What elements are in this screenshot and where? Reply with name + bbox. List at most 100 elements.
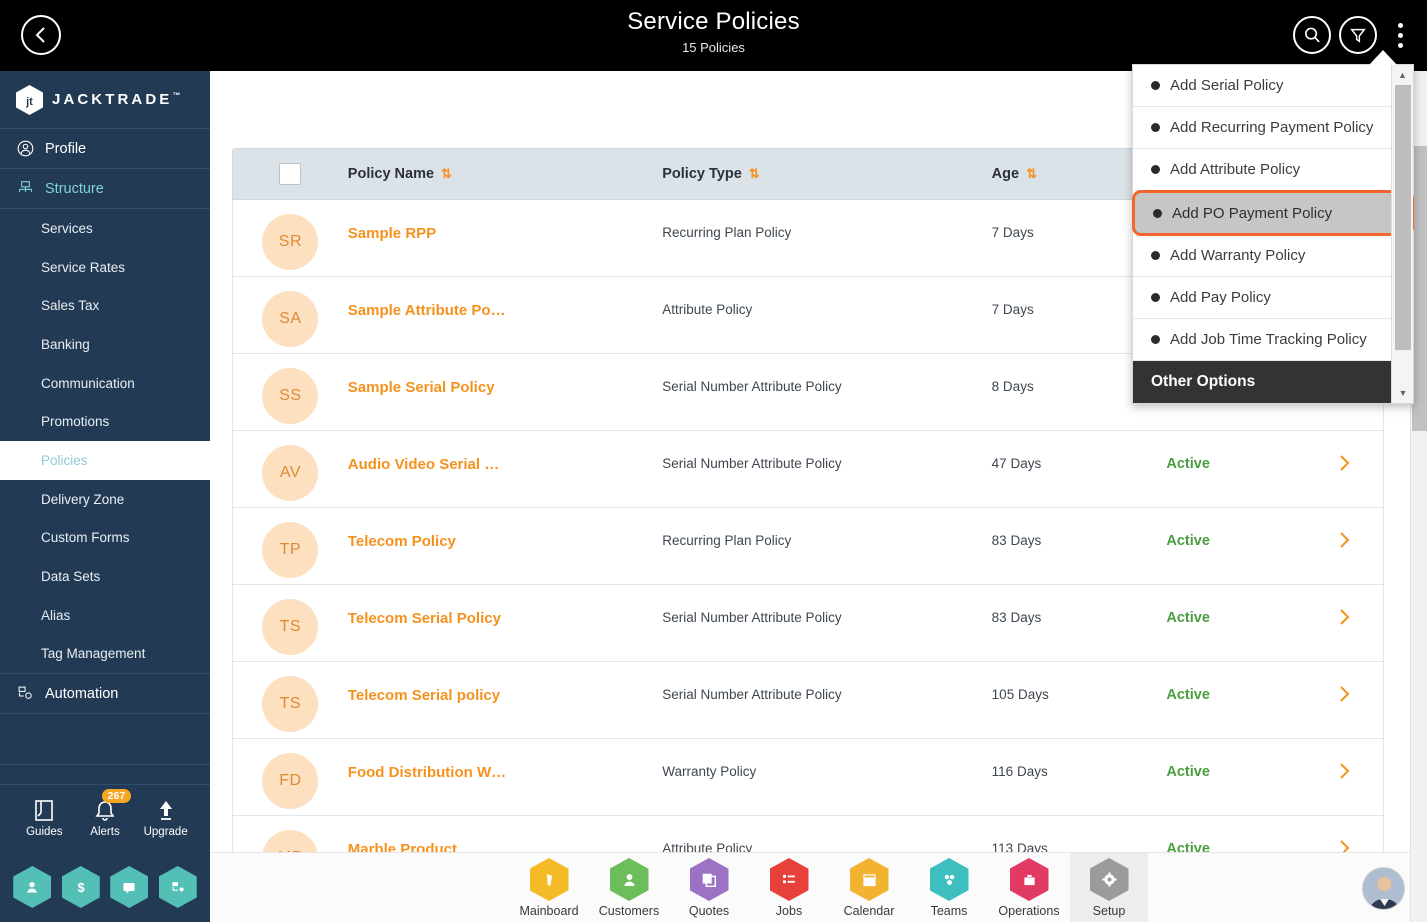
sort-updown-icon[interactable]: ⇅ — [1026, 166, 1037, 182]
bottom-nav-calendar[interactable]: Calendar — [830, 853, 908, 922]
table-row[interactable]: TS Telecom Serial policy Serial Number A… — [232, 662, 1384, 739]
workflow-hex-button[interactable] — [158, 866, 197, 908]
avatar: AV — [262, 445, 319, 501]
policy-name-link[interactable]: Telecom Serial Policy — [348, 610, 501, 627]
row-chevron-button[interactable] — [1306, 662, 1383, 704]
bottom-nav-setup[interactable]: Setup — [1070, 853, 1148, 922]
chevron-right-icon — [1340, 532, 1350, 548]
chevron-right-icon — [1340, 763, 1350, 779]
menu-scrollbar-thumb[interactable] — [1395, 85, 1411, 350]
sidebar-item-services[interactable]: Services — [0, 209, 210, 248]
policy-name-link[interactable]: Marble Product — [348, 841, 457, 852]
policy-name-link[interactable]: Food Distribution W… — [348, 764, 506, 781]
row-chevron-button[interactable] — [1306, 585, 1383, 627]
bullet-icon — [1151, 251, 1160, 260]
table-row[interactable]: AV Audio Video Serial … Serial Number At… — [232, 431, 1384, 508]
bottom-nav-label: Teams — [930, 904, 968, 918]
more-options-button[interactable] — [1385, 16, 1415, 54]
policy-name-link[interactable]: Sample Attribute Po… — [348, 302, 506, 319]
policy-age-cell: 47 Days — [991, 456, 1042, 471]
sidebar-item-alias[interactable]: Alias — [0, 596, 210, 635]
sidebar-item-structure[interactable]: Structure — [0, 169, 210, 209]
sidebar-item-delivery-zone[interactable]: Delivery Zone — [0, 480, 210, 519]
policy-name-link[interactable]: Telecom Serial policy — [348, 687, 500, 704]
row-chevron-button[interactable] — [1306, 739, 1383, 781]
sidebar-item-banking[interactable]: Banking — [0, 325, 210, 364]
menu-item-add-po-payment-policy[interactable]: Add PO Payment Policy — [1132, 190, 1414, 236]
policy-age-cell: 105 Days — [991, 687, 1049, 702]
bottom-nav-jobs[interactable]: Jobs — [750, 853, 828, 922]
alerts-button[interactable]: 267 Alerts — [75, 789, 136, 838]
search-button[interactable] — [1293, 16, 1331, 54]
user-avatar[interactable] — [1362, 867, 1405, 910]
sidebar-item-sales-tax[interactable]: Sales Tax — [0, 286, 210, 325]
bottom-nav-quotes[interactable]: Quotes — [670, 853, 748, 922]
sidebar-item-data-sets[interactable]: Data Sets — [0, 557, 210, 596]
policy-name-link[interactable]: Audio Video Serial … — [348, 456, 499, 473]
table-row[interactable]: FD Food Distribution W… Warranty Policy … — [232, 739, 1384, 816]
sidebar-item-policies[interactable]: Policies — [0, 441, 210, 480]
policy-name-link[interactable]: Telecom Policy — [348, 533, 456, 550]
svg-text:jt: jt — [25, 96, 33, 108]
policy-name-cell: Audio Video Serial … — [348, 431, 662, 474]
menu-item-label: Add Job Time Tracking Policy — [1170, 331, 1367, 348]
policy-type-cell: Attribute Policy — [662, 841, 753, 852]
brand-label: JACKTRADE — [52, 91, 173, 108]
bottom-nav-operations[interactable]: Operations — [990, 853, 1068, 922]
sort-updown-icon[interactable]: ⇅ — [441, 166, 452, 182]
menu-item-add-pay-policy[interactable]: Add Pay Policy — [1133, 277, 1413, 319]
sidebar-item-custom-forms[interactable]: Custom Forms — [0, 519, 210, 558]
brand-logo[interactable]: jt JACKTRADE™ — [0, 71, 210, 129]
table-row[interactable]: MP Marble Product Attribute Policy 113 D… — [232, 816, 1384, 852]
table-row[interactable]: TS Telecom Serial Policy Serial Number A… — [232, 585, 1384, 662]
menu-item-add-warranty-policy[interactable]: Add Warranty Policy — [1133, 235, 1413, 277]
menu-item-add-serial-policy[interactable]: Add Serial Policy — [1133, 65, 1413, 107]
menu-item-add-attribute-policy[interactable]: Add Attribute Policy — [1133, 149, 1413, 191]
triangle-down-icon[interactable]: ▼ — [1392, 383, 1414, 403]
sidebar-item-profile[interactable]: Profile — [0, 129, 210, 169]
sidebar-sub-label: Promotions — [41, 414, 110, 430]
menu-item-other-options[interactable]: Other Options — [1133, 361, 1413, 403]
policy-type-cell: Serial Number Attribute Policy — [662, 610, 842, 625]
menu-item-label: Add Recurring Payment Policy — [1170, 119, 1374, 136]
menu-item-add-job-time-tracking-policy[interactable]: Add Job Time Tracking Policy — [1133, 319, 1413, 361]
triangle-up-icon[interactable]: ▲ — [1392, 65, 1413, 85]
filter-button[interactable] — [1339, 16, 1377, 54]
policy-name-cell: Sample Attribute Po… — [348, 277, 662, 320]
select-all-checkbox[interactable] — [279, 163, 302, 185]
row-chevron-button[interactable] — [1306, 431, 1383, 473]
sidebar-item-communication[interactable]: Communication — [0, 364, 210, 403]
message-hex-button[interactable] — [110, 866, 149, 908]
policy-name-link[interactable]: Sample RPP — [348, 225, 436, 242]
row-chevron-button[interactable] — [1306, 508, 1383, 550]
sidebar-sub-label: Delivery Zone — [41, 491, 125, 507]
sidebar-item-promotions[interactable]: Promotions — [0, 402, 210, 441]
bottom-nav-teams[interactable]: Teams — [910, 853, 988, 922]
upgrade-button[interactable]: Upgrade — [135, 799, 196, 838]
person-hex-button[interactable] — [13, 866, 52, 908]
dollar-hex-button[interactable]: $ — [61, 866, 100, 908]
bottom-nav-items: Mainboard Customers Quotes Jobs Calendar… — [510, 853, 1148, 922]
column-header-policy-name[interactable]: Policy Name ⇅ — [348, 166, 662, 182]
table-row[interactable]: TP Telecom Policy Recurring Plan Policy … — [232, 508, 1384, 585]
menu-scrollbar[interactable]: ▲ ▼ — [1391, 65, 1413, 403]
row-chevron-button[interactable] — [1306, 816, 1383, 852]
policy-type-cell: Serial Number Attribute Policy — [662, 456, 842, 471]
page-scrollbar-thumb[interactable] — [1412, 146, 1427, 431]
chevron-right-icon — [1340, 609, 1350, 625]
sort-updown-icon[interactable]: ⇅ — [749, 166, 760, 182]
bottom-nav-customers[interactable]: Customers — [590, 853, 668, 922]
guides-label: Guides — [26, 826, 63, 838]
menu-item-add-recurring-payment-policy[interactable]: Add Recurring Payment Policy — [1133, 107, 1413, 149]
sidebar-item-service-rates[interactable]: Service Rates — [0, 248, 210, 287]
bottom-nav-mainboard[interactable]: Mainboard — [510, 853, 588, 922]
gear-icon — [1089, 858, 1129, 901]
mainboard-icon — [529, 858, 569, 901]
sidebar-item-tag-management[interactable]: Tag Management — [0, 635, 210, 674]
quotes-icon — [689, 858, 729, 901]
column-header-policy-type[interactable]: Policy Type ⇅ — [662, 166, 991, 182]
guides-button[interactable]: Guides — [14, 799, 75, 838]
sidebar-item-automation[interactable]: Automation — [0, 674, 210, 715]
policy-name-link[interactable]: Sample Serial Policy — [348, 379, 495, 396]
